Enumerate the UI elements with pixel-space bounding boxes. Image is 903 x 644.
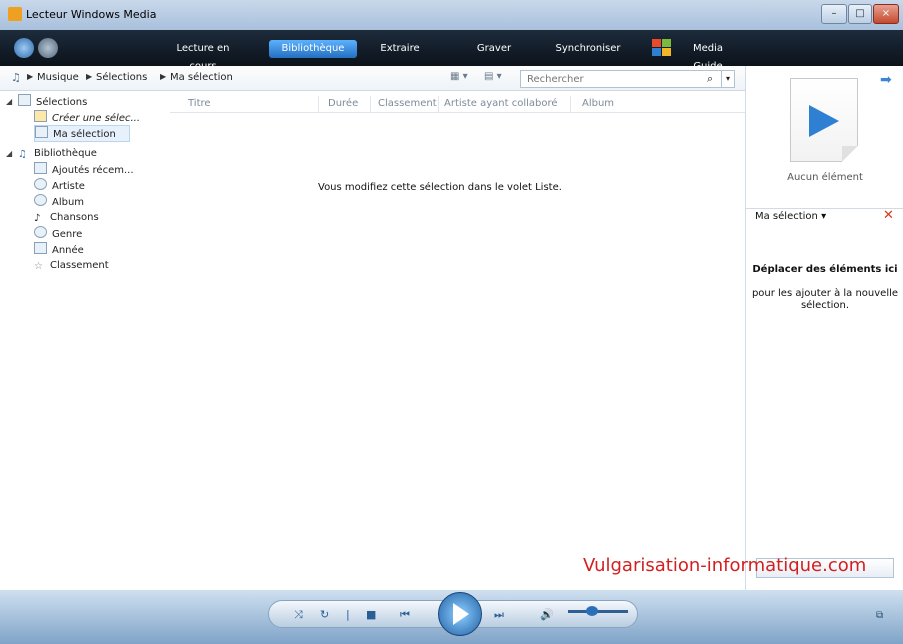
album-art-placeholder: [790, 78, 858, 162]
list-name-dropdown[interactable]: Ma sélection ▾: [755, 211, 826, 222]
collapse-icon[interactable]: ◢: [6, 149, 12, 158]
window-title: Lecteur Windows Media: [26, 8, 157, 21]
tree-item-genre[interactable]: Genre: [34, 226, 82, 241]
shuffle-icon[interactable]: ⤨: [294, 608, 303, 622]
title-bar: Lecteur Windows Media – □ ×: [0, 0, 903, 30]
music-note-icon: ♫: [11, 71, 21, 84]
tab-library[interactable]: Bibliothèque: [269, 40, 357, 58]
column-duration[interactable]: Durée: [328, 98, 358, 109]
breadcrumb-music[interactable]: Musique: [37, 72, 79, 83]
list-pane: ➡ Aucun élément Ma sélection ▾ ✕ Déplace…: [745, 66, 903, 590]
no-item-label: Aucun élément: [787, 172, 863, 183]
column-divider[interactable]: [570, 96, 571, 112]
tree-item-rating[interactable]: ☆ Classement: [34, 258, 109, 273]
page-fold: [842, 146, 858, 162]
library-tree: ◢ Sélections Créer une sélec... Ma sélec…: [0, 91, 170, 591]
tab-now-playing[interactable]: Lecture en cours: [163, 40, 243, 72]
year-icon: [34, 242, 47, 254]
playback-controls: ⤨ ↻ | ■ ⏮ ⏭ 🔊: [0, 590, 903, 644]
artist-icon: [34, 178, 47, 190]
chevron-right-icon: ▶: [86, 72, 93, 81]
drop-zone-hint: pour les ajouter à la nouvelle sélection…: [751, 288, 899, 311]
volume-icon[interactable]: 🔊: [540, 608, 554, 621]
column-rating[interactable]: Classement: [378, 98, 437, 109]
playlist-icon: [18, 94, 31, 106]
tab-rip[interactable]: Extraire: [375, 40, 425, 58]
previous-icon[interactable]: ⏮: [400, 608, 410, 622]
new-playlist-icon: [34, 110, 47, 122]
breadcrumb-my-selection[interactable]: Ma sélection: [170, 72, 233, 83]
play-icon: [809, 105, 839, 137]
clear-list-icon[interactable]: ✕: [883, 208, 894, 223]
song-icon: ♪: [34, 213, 41, 224]
search-input[interactable]: [525, 71, 699, 87]
tree-item-selections[interactable]: Sélections: [18, 94, 87, 109]
list-name-label: Ma sélection: [755, 211, 818, 222]
close-button[interactable]: ×: [873, 4, 899, 24]
search-icon[interactable]: ⌕: [707, 72, 713, 86]
tree-item-recently-added[interactable]: Ajoutés récem...: [34, 162, 134, 177]
tab-sync[interactable]: Synchroniser: [550, 40, 626, 58]
compact-mode-icon[interactable]: ⧉: [876, 610, 883, 621]
album-icon: [34, 194, 47, 206]
separator: |: [346, 608, 350, 621]
arrow-right-icon[interactable]: ➡: [880, 72, 892, 88]
drop-zone-title: Déplacer des éléments ici: [752, 264, 898, 275]
chevron-down-icon[interactable]: ▾: [721, 71, 734, 87]
playlist-icon: [35, 126, 48, 138]
watermark-text: Vulgarisation-informatique.com: [583, 555, 867, 576]
tree-item-songs[interactable]: ♪ Chansons: [34, 210, 99, 225]
divider: [746, 208, 903, 209]
volume-thumb[interactable]: [586, 606, 598, 616]
column-divider[interactable]: [318, 96, 319, 112]
column-divider[interactable]: [370, 96, 371, 112]
navigation-bar: Lecture en cours Bibliothèque Extraire G…: [0, 30, 903, 72]
empty-list-message: Vous modifiez cette sélection dans le vo…: [318, 182, 562, 193]
repeat-icon[interactable]: ↻: [320, 608, 329, 621]
music-note-icon: ♫: [18, 149, 27, 160]
search-box: ⌕ ▾: [520, 70, 735, 88]
breadcrumb: ♫ ▶ Musique ▶ Sélections ▶ Ma sélection …: [0, 66, 745, 91]
next-icon[interactable]: ⏭: [494, 608, 504, 622]
back-icon[interactable]: [14, 38, 34, 58]
column-divider[interactable]: [438, 96, 439, 112]
column-album[interactable]: Album: [582, 98, 614, 109]
layout-options-icon[interactable]: ▤ ▾: [484, 71, 502, 85]
app-icon: [8, 7, 22, 21]
genre-icon: [34, 226, 47, 238]
stop-icon[interactable]: ■: [366, 608, 376, 621]
tab-media-guide[interactable]: Media Guide: [678, 40, 738, 72]
chevron-right-icon: ▶: [27, 72, 34, 81]
star-icon: ☆: [34, 261, 43, 272]
chevron-right-icon: ▶: [160, 72, 167, 81]
tree-item-library[interactable]: ♫ Bibliothèque: [18, 146, 97, 161]
volume-slider[interactable]: [568, 610, 628, 613]
column-title[interactable]: Titre: [188, 98, 211, 109]
tree-item-my-selection[interactable]: Ma sélection: [34, 125, 130, 142]
play-icon: [453, 603, 469, 625]
maximize-button[interactable]: □: [848, 4, 872, 24]
collapse-icon[interactable]: ◢: [6, 97, 12, 106]
windows-logo-icon: [652, 39, 672, 57]
recently-added-icon: [34, 162, 47, 174]
tree-item-artist[interactable]: Artiste: [34, 178, 85, 193]
tab-burn[interactable]: Graver: [470, 40, 518, 58]
view-options-icon[interactable]: ▦ ▾: [450, 71, 468, 85]
column-contributing-artist[interactable]: Artiste ayant collaboré: [444, 98, 558, 109]
breadcrumb-selections[interactable]: Sélections: [96, 72, 147, 83]
minimize-button[interactable]: –: [821, 4, 847, 24]
chevron-down-icon: ▾: [821, 211, 827, 222]
forward-icon[interactable]: [38, 38, 58, 58]
tree-item-create-playlist[interactable]: Créer une sélec...: [34, 110, 140, 125]
column-header-row: Titre Durée Classement Artiste ayant col…: [170, 96, 745, 113]
tree-item-album[interactable]: Album: [34, 194, 84, 209]
play-button[interactable]: [438, 592, 482, 636]
tree-item-year[interactable]: Année: [34, 242, 84, 257]
